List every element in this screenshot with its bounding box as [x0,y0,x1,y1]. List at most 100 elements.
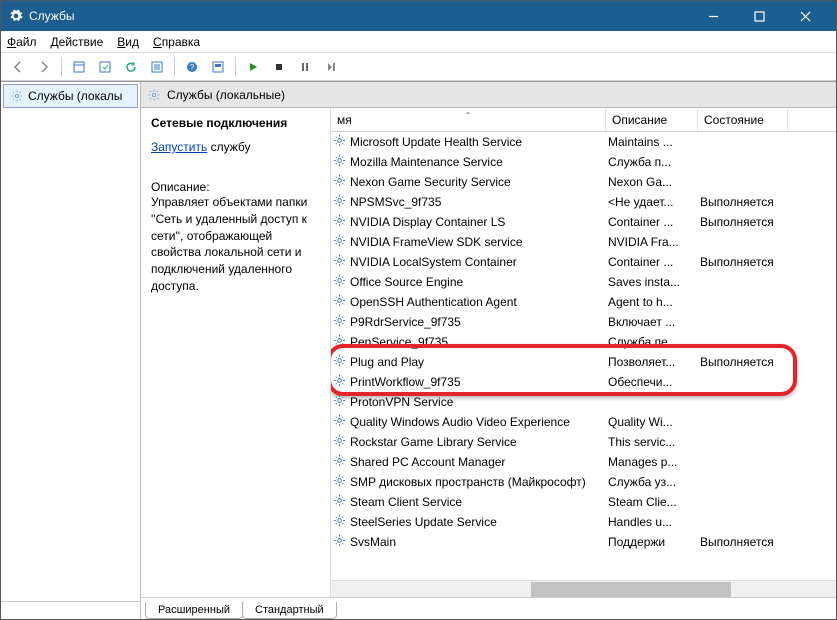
pause-icon[interactable] [294,56,316,78]
service-icon [333,494,346,510]
close-button[interactable] [782,1,828,31]
service-icon [333,274,346,290]
service-row[interactable]: SMP дисковых пространств (Майкрософт)Слу… [331,472,836,492]
service-row[interactable]: Quality Windows Audio Video Experience Qu… [331,412,836,432]
service-row[interactable]: Steam Client ServiceSteam Clie... [331,492,836,512]
service-icon [333,454,346,470]
service-icon [333,334,346,350]
tab-standard[interactable]: Стандартный [242,602,337,619]
service-icon [333,294,346,310]
service-desc: Container ... [608,255,700,269]
service-row[interactable]: NVIDIA LocalSystem Container Container ..… [331,252,836,272]
menu-help[interactable]: Справка [153,35,200,49]
properties-icon[interactable] [68,56,90,78]
service-icon [333,534,346,550]
service-desc: NVIDIA Fra... [608,235,700,249]
stop-icon[interactable] [268,56,290,78]
service-row[interactable]: OpenSSH Authentication AgentAgent to h..… [331,292,836,312]
export-icon[interactable] [94,56,116,78]
forward-button[interactable] [33,56,55,78]
service-name: NVIDIA FrameView SDK service [350,235,523,249]
service-desc: <Не удает... [608,195,700,209]
col-state[interactable]: Состояние [698,109,788,131]
service-row[interactable]: PrintWorkflow_9f735Обеспечи... [331,372,836,392]
service-state: Выполняется [700,535,790,549]
service-icon [333,374,346,390]
service-name: Rockstar Game Library Service [350,435,517,449]
service-row[interactable]: SteelSeries Update ServiceHandles u... [331,512,836,532]
service-icon [333,174,346,190]
gear-icon [147,88,161,102]
restart-icon[interactable] [320,56,342,78]
service-name: NPSMSvc_9f735 [350,195,441,209]
service-name: Mozilla Maintenance Service [350,155,503,169]
svg-text:?: ? [190,63,195,72]
service-row[interactable]: NPSMSvc_9f735 <Не удает...Выполняется [331,192,836,212]
minimize-button[interactable] [690,1,736,31]
service-icon [333,314,346,330]
maximize-button[interactable] [736,1,782,31]
body: Службы (локалы Службы (локальные) Сетевы… [1,81,836,619]
tree-item-services[interactable]: Службы (локалы [3,84,138,108]
service-row[interactable]: ProtonVPN Service [331,392,836,412]
service-row[interactable]: Shared PC Account ManagerManages p... [331,452,836,472]
service-name: NVIDIA Display Container LS [350,215,505,229]
tab-extended[interactable]: Расширенный [145,602,243,619]
col-desc[interactable]: Описание [606,109,698,131]
service-name: Plug and Play [350,355,424,369]
service-name: Quality Windows Audio Video Experience [350,415,570,429]
service-desc: Служба уз... [608,475,700,489]
service-name: NVIDIA LocalSystem Container [350,255,517,269]
menu-action[interactable]: Действие [51,35,104,49]
service-row[interactable]: Plug and PlayПозволяет...Выполняется [331,352,836,372]
list-icon[interactable] [146,56,168,78]
service-list: мя ⌃ Описание Состояние Microsoft Update… [331,108,836,597]
service-desc: Включает ... [608,315,700,329]
service-desc: Обеспечи... [608,375,700,389]
service-name: Shared PC Account Manager [350,455,505,469]
rows-container: Microsoft Update Health Service Maintains… [331,132,836,580]
service-row[interactable]: P9RdrService_9f735 Включает ... [331,312,836,332]
start-link[interactable]: Запустить [151,140,207,154]
refresh-icon[interactable] [120,56,142,78]
service-row[interactable]: Office Source EngineSaves insta... [331,272,836,292]
service-state: Выполняется [700,195,790,209]
start-suffix: службу [207,140,250,154]
service-name: Steam Client Service [350,495,462,509]
service-row[interactable]: NVIDIA Display Container LSContainer ...… [331,212,836,232]
description-text: Управляет объектами папки ''Сеть и удале… [151,194,320,295]
service-desc: Maintains ... [608,135,700,149]
service-row[interactable]: Rockstar Game Library ServiceThis servic… [331,432,836,452]
back-button[interactable] [7,56,29,78]
detail-pane: Сетевые подключения Запустить службу Опи… [141,108,331,597]
service-row[interactable]: Mozilla Maintenance ServiceСлужба п... [331,152,836,172]
service-row[interactable]: Microsoft Update Health Service Maintains… [331,132,836,152]
service-desc: Служба пе... [608,335,700,349]
window: Службы Файл Действие Вид Справка ? [0,0,837,620]
service-row[interactable]: NVIDIA FrameView SDK service NVIDIA Fra..… [331,232,836,252]
help-icon[interactable]: ? [181,56,203,78]
service-icon [333,474,346,490]
service-row[interactable]: PenService_9f735 Служба пе... [331,332,836,352]
service-row[interactable]: SvsMainПоддержиВыполняется [331,532,836,552]
menubar: Файл Действие Вид Справка [1,31,836,53]
service-icon [333,194,346,210]
menu-view[interactable]: Вид [117,35,139,49]
service-row[interactable]: Nexon Game Security ServiceNexon Ga... [331,172,836,192]
service-desc: Quality Wi... [608,415,700,429]
service-desc: Agent to h... [608,295,700,309]
scrollbar-horizontal[interactable] [331,580,836,597]
service-icon [333,434,346,450]
service-desc: Позволяет... [608,355,700,369]
service-name: SvsMain [350,535,396,549]
menu-file[interactable]: Файл [7,35,37,49]
service-name: PenService_9f735 [350,335,448,349]
view-icon[interactable] [207,56,229,78]
panel-title-text: Службы (локальные) [167,88,285,102]
start-icon[interactable] [242,56,264,78]
service-name: P9RdrService_9f735 [350,315,461,329]
service-name: Microsoft Update Health Service [350,135,522,149]
service-name: Nexon Game Security Service [350,175,511,189]
service-icon [333,134,346,150]
col-name[interactable]: мя ⌃ [331,109,606,131]
